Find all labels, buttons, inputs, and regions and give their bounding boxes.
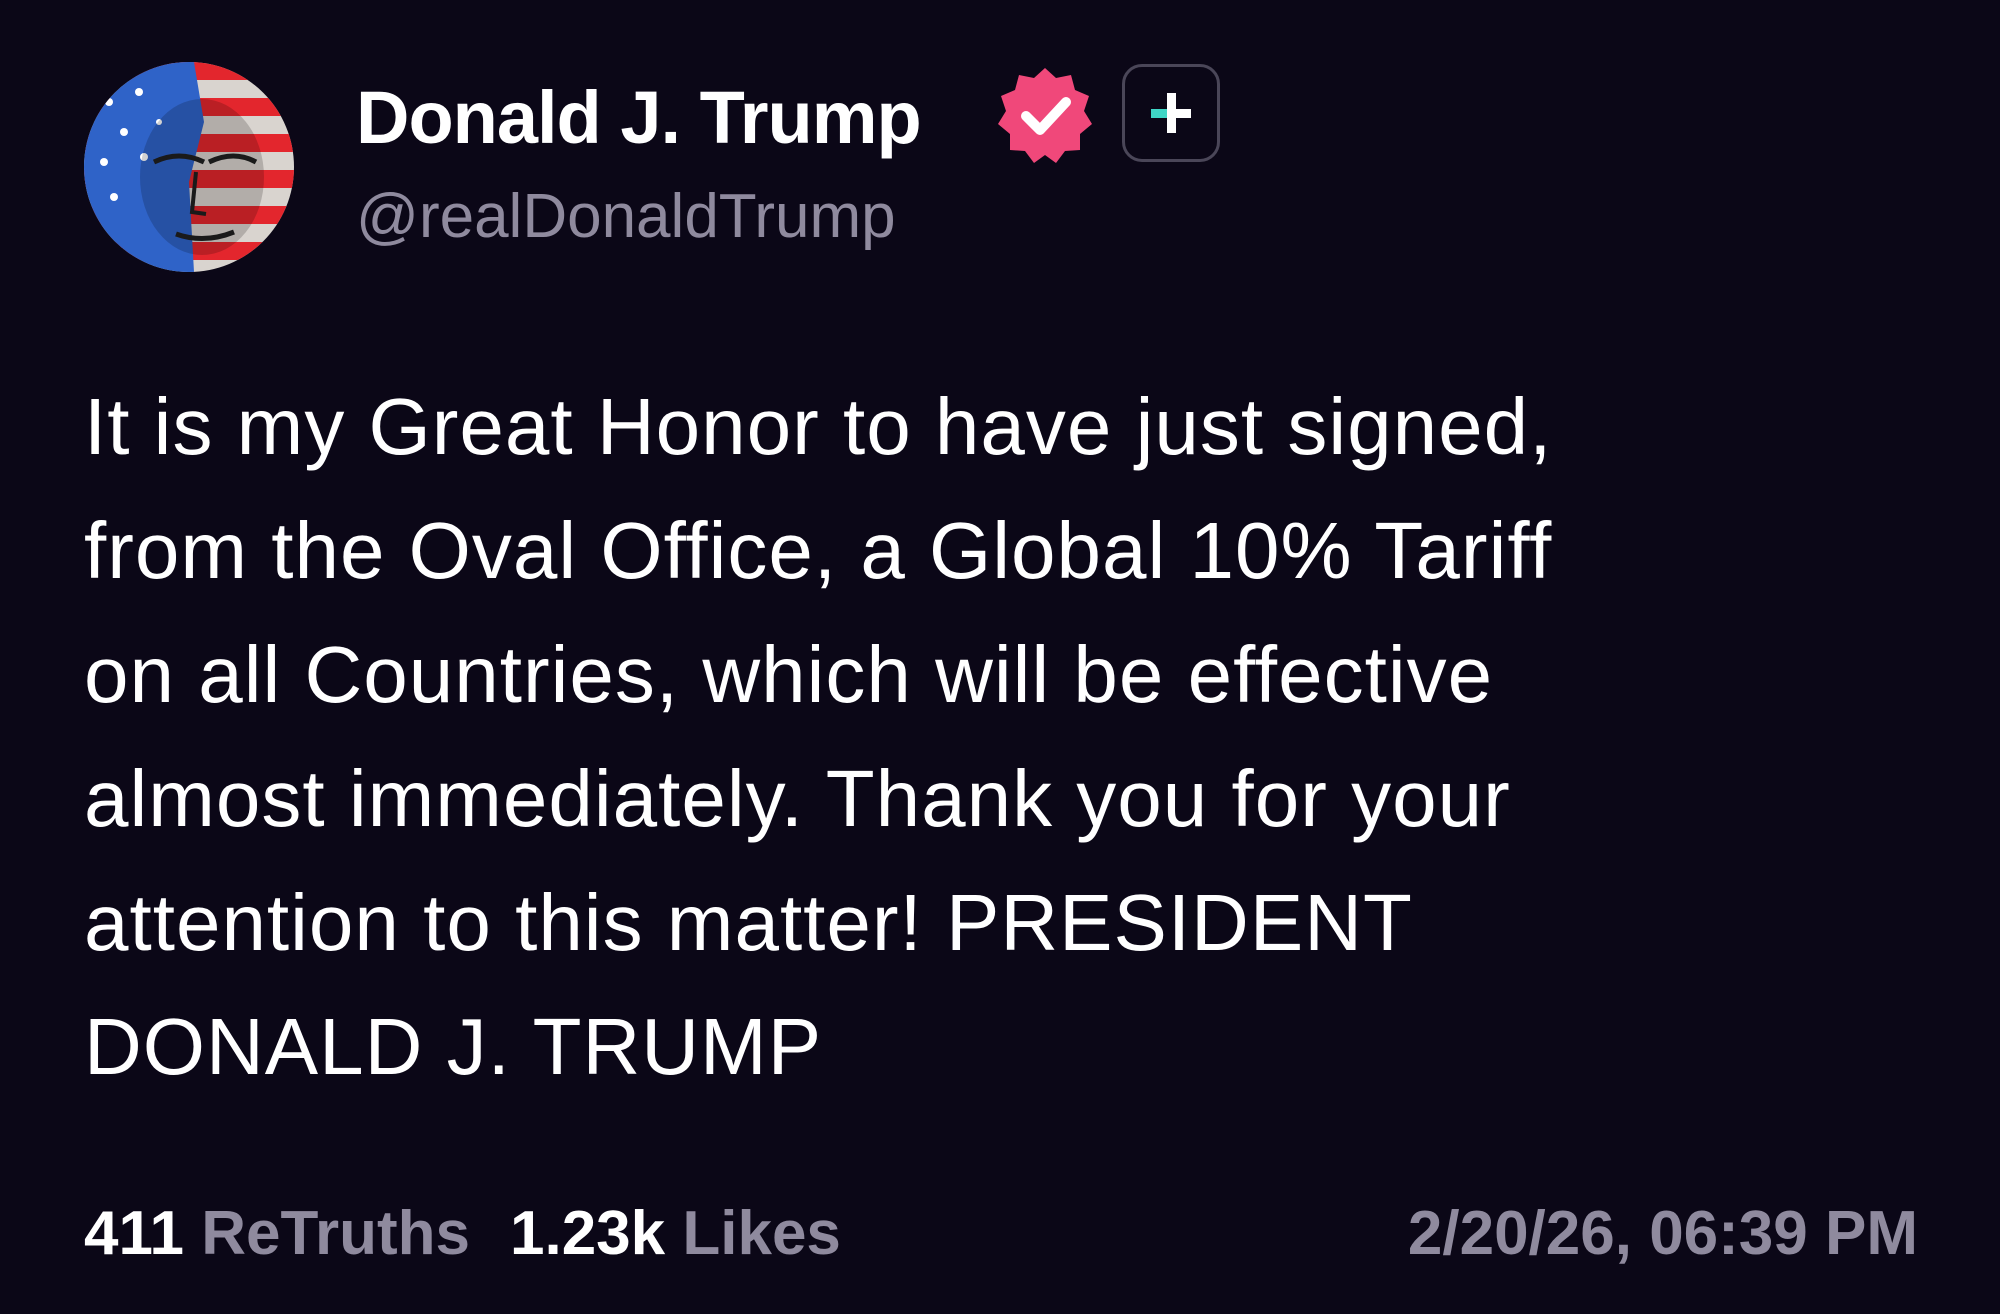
retruths-stat[interactable]: 411 ReTruths: [84, 1199, 470, 1268]
retruths-label: ReTruths: [201, 1199, 470, 1268]
post-body-text: It is my Great Honor to have just signed…: [84, 382, 1553, 1091]
post-stats: 411 ReTruths 1.23k Likes: [84, 1194, 841, 1274]
author-display-name[interactable]: Donald J. Trump: [356, 78, 922, 158]
likes-label: Likes: [682, 1199, 841, 1268]
retruths-count: 411: [84, 1199, 185, 1268]
author-handle[interactable]: @realDonaldTrump: [356, 182, 896, 252]
follow-plus-icon: [1151, 93, 1191, 133]
author-avatar[interactable]: [84, 62, 294, 272]
flag-face-avatar-icon: [84, 62, 294, 272]
verified-check-icon: [994, 64, 1096, 166]
likes-count: 1.23k: [509, 1199, 666, 1268]
post-card: Donald J. Trump @realDonaldTrump It is m…: [0, 0, 2000, 1314]
follow-plus-button[interactable]: [1122, 64, 1220, 162]
post-timestamp[interactable]: 2/20/26, 06:39 PM: [1408, 1194, 1918, 1274]
likes-stat[interactable]: 1.23k Likes: [510, 1199, 841, 1268]
